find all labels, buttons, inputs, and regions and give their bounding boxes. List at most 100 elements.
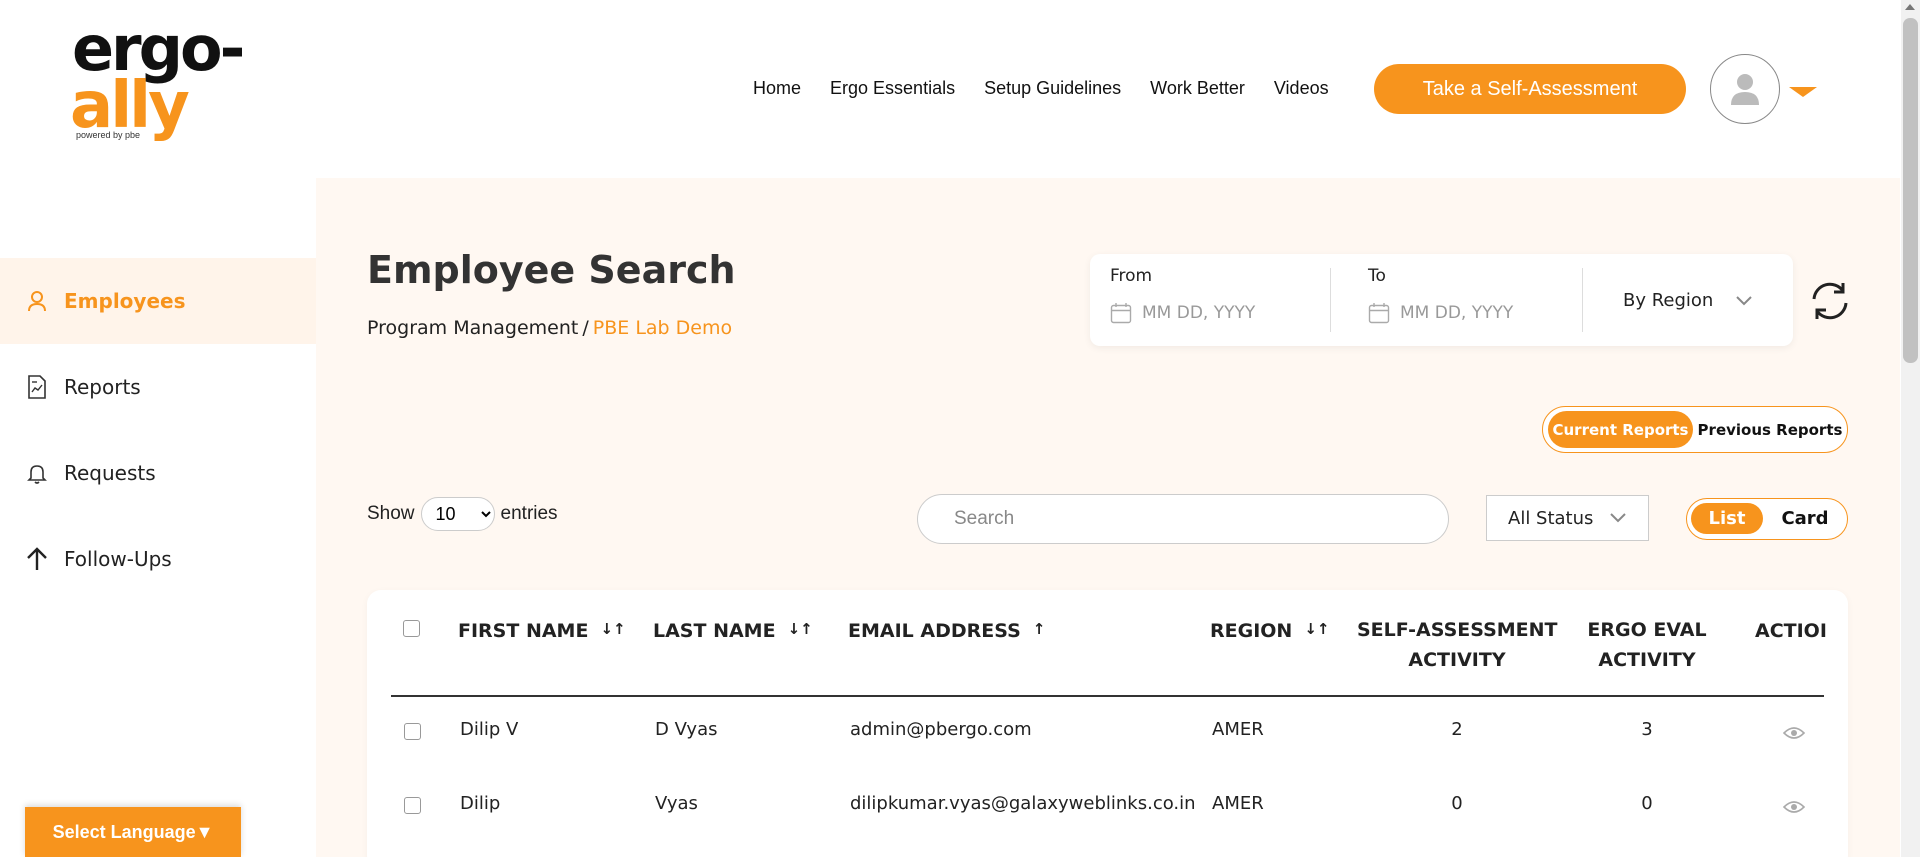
page-title: Employee Search <box>367 248 736 292</box>
row-checkbox[interactable] <box>404 797 421 814</box>
status-dropdown[interactable]: All Status <box>1486 495 1649 541</box>
select-all-checkbox[interactable] <box>403 620 420 637</box>
arrow-up-icon <box>24 546 50 572</box>
cell-first-name: Dilip <box>460 793 501 814</box>
sidebar-item-follow-ups[interactable]: Follow-Ups <box>0 516 316 602</box>
column-header-last-name[interactable]: LAST NAME ↓↑ <box>653 620 813 642</box>
nav-home[interactable]: Home <box>753 78 801 99</box>
search-input[interactable] <box>917 494 1449 544</box>
sort-icon[interactable]: ↓↑ <box>788 620 813 638</box>
employee-table: FIRST NAME ↓↑ LAST NAME ↓↑ EMAIL ADDRESS ↑ … <box>367 590 1848 857</box>
breadcrumb-parent[interactable]: Program Management <box>367 317 578 339</box>
chevron-down-icon[interactable] <box>1789 87 1817 97</box>
sort-icon[interactable]: ↓↑ <box>1304 620 1329 638</box>
previous-reports-tab[interactable]: Previous Reports <box>1695 411 1845 448</box>
select-language-button[interactable]: Select Language▼ <box>25 807 241 857</box>
nav-setup-guidelines[interactable]: Setup Guidelines <box>984 78 1121 99</box>
cell-last-name: Vyas <box>655 793 698 814</box>
nav-work-better[interactable]: Work Better <box>1150 78 1245 99</box>
column-header-label: EMAIL ADDRESS <box>848 620 1021 642</box>
entries-label: entries <box>500 503 558 524</box>
breadcrumb-current: PBE Lab Demo <box>592 317 733 339</box>
cell-first-name: Dilip V <box>460 719 519 740</box>
column-header-label: ACTIVITY <box>1408 649 1506 671</box>
column-header-label: ERGO EVAL <box>1587 619 1707 641</box>
nav-ergo-essentials[interactable]: Ergo Essentials <box>830 78 955 99</box>
region-dropdown-label: By Region <box>1623 290 1714 311</box>
list-view-tab[interactable]: List <box>1691 503 1763 534</box>
nav-videos[interactable]: Videos <box>1274 78 1329 99</box>
chevron-down-icon <box>1736 295 1753 305</box>
column-header-label: LAST NAME <box>653 620 776 642</box>
sidebar-item-label: Requests <box>64 461 156 485</box>
card-view-tab[interactable]: Card <box>1767 503 1843 534</box>
scrollbar-thumb[interactable] <box>1903 18 1918 363</box>
to-date-placeholder: MM DD, YYYY <box>1400 303 1514 323</box>
divider <box>1582 268 1583 332</box>
column-header-label: FIRST NAME <box>458 620 589 642</box>
sidebar-item-label: Follow-Ups <box>64 547 172 571</box>
from-label: From <box>1110 266 1153 286</box>
date-filter-card: From MM DD, YYYY To MM DD, YYYY By Regio… <box>1090 254 1793 346</box>
status-dropdown-label: All Status <box>1508 507 1594 529</box>
column-header-label: SELF-ASSESSMENT <box>1357 619 1558 641</box>
to-date-field[interactable]: MM DD, YYYY <box>1368 302 1513 324</box>
cell-last-name: D Vyas <box>655 719 718 740</box>
user-icon <box>24 288 50 314</box>
sidebar-item-label: Employees <box>64 289 186 313</box>
column-header-email[interactable]: EMAIL ADDRESS ↑ <box>848 620 1045 642</box>
report-period-toggle: Current Reports Previous Reports <box>1542 406 1848 453</box>
ergo-ally-logo[interactable]: ergo- ally powered by pbe <box>70 18 290 147</box>
sidebar-item-employees[interactable]: Employees <box>0 258 316 344</box>
show-label: Show <box>367 503 415 524</box>
breadcrumb-separator: / <box>582 317 589 339</box>
sort-icon[interactable]: ↑ <box>1033 620 1046 638</box>
breadcrumb: Program Management / PBE Lab Demo <box>367 317 732 339</box>
chevron-down-icon <box>1610 513 1627 523</box>
calendar-icon <box>1110 303 1132 324</box>
sidebar-item-reports[interactable]: Reports <box>0 344 316 430</box>
column-header-label: REGION <box>1210 620 1293 642</box>
sidebar-item-label: Reports <box>64 375 141 399</box>
from-date-field[interactable]: MM DD, YYYY <box>1110 302 1255 324</box>
cell-self-assessment: 2 <box>1451 719 1463 740</box>
region-dropdown[interactable]: By Region <box>1623 290 1753 311</box>
column-header-region[interactable]: REGION ↓↑ <box>1210 620 1329 642</box>
cell-region: AMER <box>1212 719 1264 740</box>
divider <box>1330 268 1331 332</box>
from-date-placeholder: MM DD, YYYY <box>1142 303 1256 323</box>
scroll-up-arrow-icon[interactable] <box>1905 4 1915 10</box>
cell-self-assessment: 0 <box>1451 793 1463 814</box>
sidebar: Employees Reports Requests Follow-Ups <box>0 178 316 857</box>
cell-email: dilipkumar.vyas@galaxyweblinks.co.in <box>850 793 1196 814</box>
sort-icon[interactable]: ↓↑ <box>600 620 625 638</box>
cell-ergo-eval: 3 <box>1641 719 1653 740</box>
column-header-label: ACTIVITY <box>1598 649 1696 671</box>
logo-tagline: powered by pbe <box>76 130 141 140</box>
view-eye-icon[interactable] <box>1783 800 1805 814</box>
avatar[interactable] <box>1710 54 1780 124</box>
user-avatar-icon <box>1731 74 1759 105</box>
refresh-icon[interactable] <box>1808 279 1852 323</box>
column-header-first-name[interactable]: FIRST NAME ↓↑ <box>458 620 626 642</box>
column-header-self-assessment: SELF-ASSESSMENT ACTIVITY <box>1357 615 1558 675</box>
bell-icon <box>24 460 50 486</box>
current-reports-tab[interactable]: Current Reports <box>1548 411 1693 448</box>
entries-select[interactable]: 10 <box>420 497 495 531</box>
cell-ergo-eval: 0 <box>1641 793 1653 814</box>
logo-ally-text: ally <box>70 69 190 143</box>
cell-region: AMER <box>1212 793 1264 814</box>
calendar-icon <box>1368 303 1390 324</box>
row-checkbox[interactable] <box>404 723 421 740</box>
sidebar-item-requests[interactable]: Requests <box>0 430 316 516</box>
report-icon <box>24 374 50 400</box>
column-header-action: ACTIOI <box>1755 620 1827 642</box>
column-header-ergo-eval: ERGO EVAL ACTIVITY <box>1567 615 1727 675</box>
main-nav: Home Ergo Essentials Setup Guidelines Wo… <box>753 78 1358 99</box>
view-mode-toggle: List Card <box>1686 498 1848 540</box>
to-label: To <box>1368 266 1386 286</box>
header-divider <box>391 695 1824 697</box>
entries-control: Show 10 entries <box>367 497 558 531</box>
view-eye-icon[interactable] <box>1783 726 1805 740</box>
take-self-assessment-button[interactable]: Take a Self-Assessment <box>1374 64 1686 114</box>
